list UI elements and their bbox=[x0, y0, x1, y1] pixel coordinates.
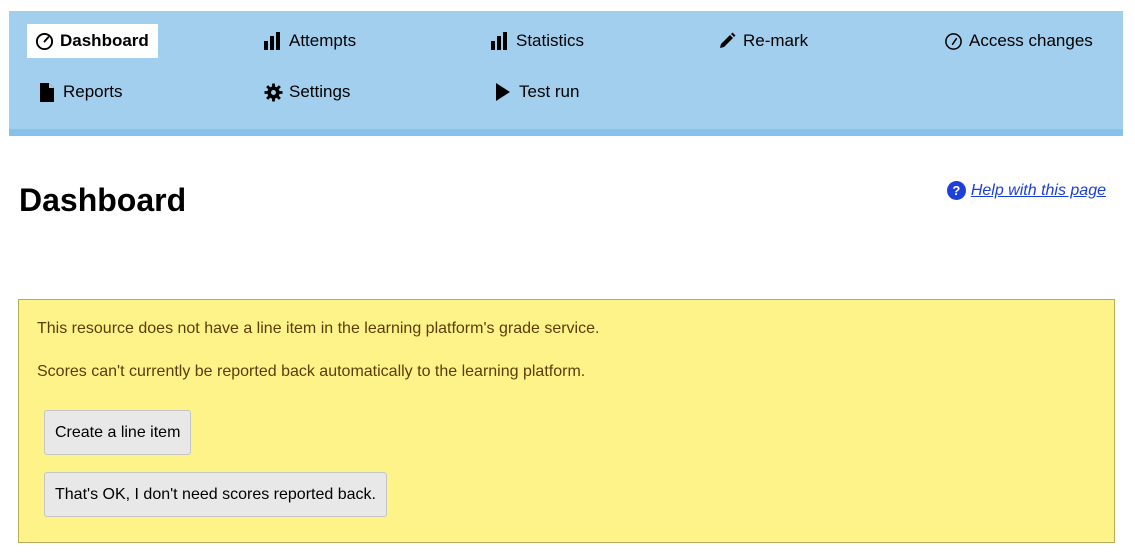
page: Dashboard Attempts Statistics Re-mark Ac bbox=[0, 0, 1135, 552]
help-link[interactable]: ? Help with this page bbox=[946, 181, 1106, 200]
pencil-icon bbox=[717, 31, 737, 51]
grade-service-notice: This resource does not have a line item … bbox=[18, 299, 1115, 543]
document-icon bbox=[37, 82, 57, 102]
page-title: Dashboard bbox=[19, 182, 187, 218]
nav-item-statistics[interactable]: Statistics bbox=[490, 24, 584, 58]
nav-item-label: Statistics bbox=[516, 31, 585, 50]
nav-item-label: Attempts bbox=[289, 31, 357, 50]
nav-item-reports[interactable]: Reports bbox=[37, 75, 123, 109]
nav-item-label: Dashboard bbox=[60, 31, 149, 50]
nav-item-settings[interactable]: Settings bbox=[263, 75, 350, 109]
nav-item-re-mark[interactable]: Re-mark bbox=[717, 24, 808, 58]
question-icon: ? bbox=[946, 181, 966, 200]
create-line-item-button[interactable]: Create a line item bbox=[44, 410, 192, 455]
nav-item-access-changes[interactable]: Access changes bbox=[943, 24, 1093, 58]
notice-line-item-message: This resource does not have a line item … bbox=[37, 320, 600, 337]
gauge-icon bbox=[943, 31, 963, 51]
nav-item-label: Access changes bbox=[969, 31, 1093, 50]
gauge-icon bbox=[34, 31, 54, 51]
notice-scores-message: Scores can't currently be reported back … bbox=[37, 363, 586, 380]
bar-chart-icon bbox=[263, 31, 283, 51]
nav-item-test-run[interactable]: Test run bbox=[493, 75, 579, 109]
nav-item-attempts[interactable]: Attempts bbox=[263, 24, 356, 58]
nav-item-dashboard[interactable]: Dashboard bbox=[27, 24, 158, 58]
gear-icon bbox=[263, 82, 283, 102]
nav-item-label: Settings bbox=[289, 82, 351, 101]
nav-item-label: Re-mark bbox=[743, 31, 809, 50]
nav-item-label: Reports bbox=[63, 82, 123, 101]
dismiss-scores-button[interactable]: That's OK, I don't need scores reported … bbox=[44, 472, 387, 517]
help-link-label: Help with this page bbox=[970, 181, 1106, 199]
bar-chart-icon bbox=[490, 31, 510, 51]
nav-item-label: Test run bbox=[519, 82, 580, 101]
play-icon bbox=[493, 82, 513, 102]
top-navigation: Dashboard Attempts Statistics Re-mark Ac bbox=[9, 11, 1123, 136]
